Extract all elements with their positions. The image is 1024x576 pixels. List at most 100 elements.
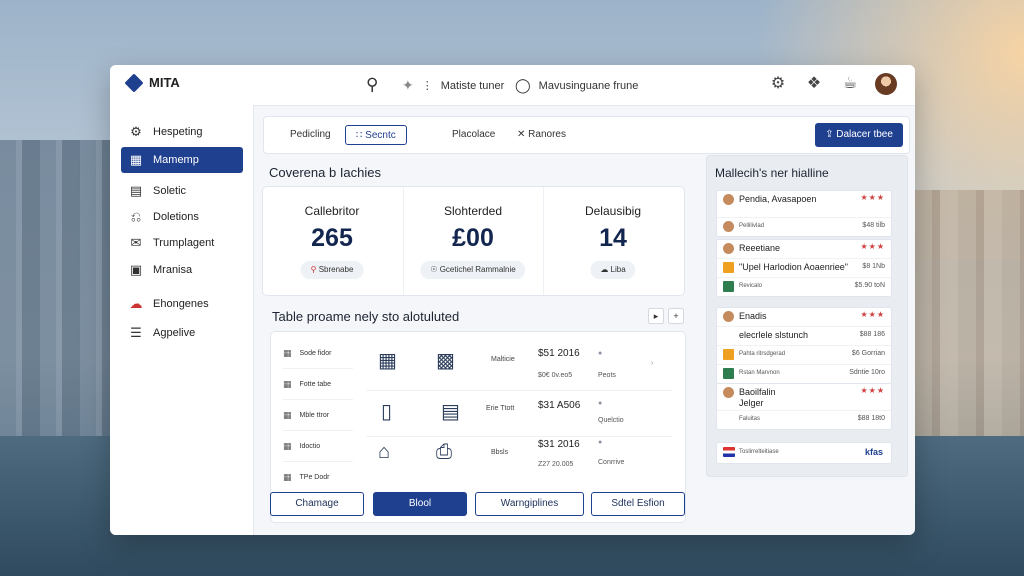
settings-gear-icon[interactable]: ⚙: [767, 73, 789, 95]
bolt-icon: [723, 349, 734, 360]
card-price: $88 186: [859, 331, 885, 338]
table-controls: ▸ +: [648, 308, 684, 324]
cube-icon[interactable]: ❖: [803, 73, 825, 95]
toolbar-tool-a[interactable]: ✦ ⋮ Matiste tuner: [402, 77, 504, 94]
rating-stars: ★★★: [860, 310, 885, 319]
sdtel-esfion-button[interactable]: Sdtel Esfion: [591, 492, 685, 516]
building-icon: ▦: [378, 350, 397, 372]
chat-icon: ✉: [130, 235, 142, 250]
cloud-icon: ☁: [129, 296, 143, 311]
stat-label: Slohterded: [443, 204, 503, 218]
sidebar-item-label: Mamemp: [153, 154, 199, 166]
stat-label: Delausibig: [584, 204, 642, 218]
person-avatar-icon: [723, 311, 734, 322]
table-row[interactable]: ▦ ▩ Malticie $51 2016 $0€ 0v.eo5 ● Peots…: [366, 338, 672, 391]
row-price: $31 A506: [538, 400, 581, 411]
tab-ranores[interactable]: ✕ Ranores: [507, 125, 576, 145]
table-section-title: Table proame nely sto alotuluted: [272, 309, 460, 324]
card-name: Pendia, Avasapoen: [739, 194, 817, 204]
row-name: Bbsls: [491, 449, 509, 456]
tool-b-label: Mavusinguane frune: [538, 79, 639, 92]
row-status: Conrrive: [598, 459, 625, 466]
sidebar-item-doletions[interactable]: ⎌ Doletions: [121, 204, 243, 230]
doc-icon: ▤: [129, 183, 143, 198]
tab-label: Ranores: [528, 129, 566, 140]
row-name: Malticie: [491, 356, 515, 363]
user-avatar[interactable]: [875, 73, 897, 95]
footer-link[interactable]: kfas: [865, 447, 883, 457]
row-label[interactable]: ▦ Mble ttror: [283, 400, 353, 431]
card-name: Enadis: [739, 311, 767, 321]
person-card[interactable]: Baoilfalin Jelger ★★★ Faluitas $88 18t0: [716, 383, 892, 430]
sidebar-item-label: Ehongenes: [153, 298, 209, 310]
row-label[interactable]: ▦ Sode fidor: [283, 338, 353, 369]
add-icon[interactable]: +: [668, 308, 684, 324]
stat-chip-label: Sbrenabe: [318, 265, 354, 274]
stat-chip[interactable]: ☁ Liba: [590, 261, 636, 279]
location-pin-icon: ☉: [430, 265, 438, 274]
blool-button[interactable]: Blool: [373, 492, 467, 516]
row-label[interactable]: ▦ Fotte tabe: [283, 369, 353, 400]
grid-dots-icon: ∷: [356, 130, 363, 141]
toolbar-tool-b[interactable]: ◯ Mavusinguane frune: [515, 77, 638, 94]
grid-icon: ▦: [283, 471, 292, 482]
list-icon: ☰: [130, 325, 142, 340]
tab-secntc[interactable]: ∷ Secntc: [345, 125, 407, 145]
footer-text: Toslirrelteitiase: [739, 449, 779, 455]
card-name: Rstan Marvnon: [739, 370, 780, 376]
sidebar-item-hespeting[interactable]: ⚙ Hespeting: [121, 119, 243, 145]
sidebar-item-ehongenes[interactable]: ☁ Ehongenes: [121, 291, 243, 317]
row-subvalue: Z27 20.005: [538, 461, 574, 468]
tag-icon: [723, 281, 734, 292]
tab-placolace[interactable]: Placolace: [442, 125, 505, 145]
table-row[interactable]: ▯ ▤ Erie Ttott $31 A506 ● Quelctio: [366, 391, 672, 437]
warngiplines-button[interactable]: Warngiplines: [475, 492, 584, 516]
card-line: Enadis ★★★: [717, 308, 891, 326]
card-line: Pahta ritrsdgerad $6 Gorrian: [717, 345, 891, 364]
phone-icon: ▯: [381, 401, 393, 423]
stat-chip[interactable]: ⚲ Sbrenabe: [300, 261, 364, 279]
row-name: Erie Ttott: [486, 405, 515, 412]
bag-icon[interactable]: ☕: [839, 73, 861, 95]
tab-pedicling[interactable]: Pedicling: [280, 125, 341, 145]
person-card[interactable]: Reeetiane ★★★ "Upel Harlodion Aoaenriee"…: [716, 239, 892, 297]
person-card[interactable]: Enadis ★★★ elecrlele slstunch $88 186 Pa…: [716, 307, 892, 384]
upload-icon: ⇪: [825, 129, 834, 140]
primary-action-button[interactable]: ⇪ Dalacer tbee: [815, 123, 903, 147]
search-icon[interactable]: ⚲: [366, 75, 378, 95]
table-row[interactable]: ⌂ ⎙ Bbsls $31 2016 Z27 20.005 ● Conrrive: [366, 437, 672, 477]
row-label[interactable]: ▦ Idoctio: [283, 431, 353, 462]
sidebar-item-mranisa[interactable]: ▣ Mranisa: [121, 257, 243, 283]
image-icon: ▣: [129, 262, 143, 277]
stat-chip[interactable]: ☉ Gcetichel Rammalnie: [420, 261, 526, 279]
row-subvalue: $0€ 0v.eo5: [538, 372, 573, 379]
person-avatar-icon: [723, 243, 734, 254]
chamage-button[interactable]: Chamage: [270, 492, 364, 516]
grid-icon: ▦: [283, 347, 292, 358]
status-dot-icon: ●: [598, 439, 603, 446]
top-icon-group: ⚙ ❖ ☕: [767, 73, 897, 95]
brand-logo[interactable]: MITA: [124, 73, 180, 93]
row-status: Quelctio: [598, 417, 624, 424]
row-label-text: Fotte tabe: [299, 380, 332, 388]
person-avatar-icon: [723, 194, 734, 205]
expand-icon[interactable]: ›: [651, 360, 653, 367]
top-bar: MITA ⚲ ✦ ⋮ Matiste tuner ◯ Mavusinguane …: [110, 65, 915, 106]
row-label[interactable]: ▦ TPe Dodr: [283, 462, 353, 493]
status-dot-icon: ●: [598, 350, 603, 357]
sidebar-item-label: Doletions: [153, 211, 199, 223]
sidebar-item-soletic[interactable]: ▤ Soletic: [121, 178, 243, 204]
person-avatar-icon: [723, 387, 734, 398]
sidebar-item-label: Agpelive: [153, 327, 196, 339]
play-icon[interactable]: ▸: [648, 308, 664, 324]
right-panel-footer: Toslirrelteitiase kfas: [716, 442, 892, 464]
sidebar-item-label: Hespeting: [153, 126, 203, 138]
sidebar-item-agpelive[interactable]: ☰ Agpelive: [121, 320, 243, 346]
sidebar-item-trumplagent[interactable]: ✉ Trumplagent: [121, 230, 243, 256]
sidebar-item-mamemp[interactable]: ▦ Mamemp: [121, 147, 243, 173]
sidebar: ⚙ Hespeting ▦ Mamemp ▤ Soletic ⎌ Doletio…: [110, 105, 254, 535]
grid-icon: ▦: [129, 152, 143, 167]
person-card[interactable]: Pendia, Avasapoen ★★★ Pellilivlad $48 ti…: [716, 190, 892, 237]
flag-icon: [723, 447, 735, 457]
gear-icon: ⚙: [130, 124, 142, 139]
